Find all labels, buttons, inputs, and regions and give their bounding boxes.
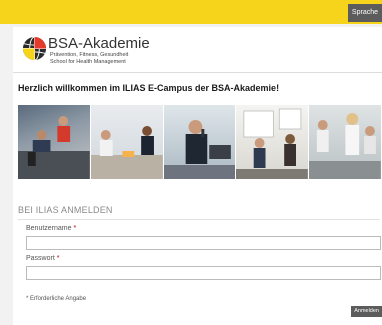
page-title: Herzlich willkommen im ILIAS E-Campus de… (18, 83, 280, 93)
password-label: Passwort * (26, 255, 60, 262)
login-section-title: BEI ILIAS ANMELDEN (18, 205, 113, 215)
training-photo (18, 105, 90, 179)
password-input[interactable] (26, 266, 381, 280)
fitness-photo (309, 105, 381, 179)
required-marker: * (73, 225, 77, 232)
meeting-photo (90, 105, 163, 179)
login-button[interactable]: Anmelden (351, 306, 382, 317)
header-divider (13, 72, 382, 73)
bsa-logo[interactable]: BSA-Akademie Prävention, Fitness, Gesund… (22, 33, 162, 71)
globe-icon (22, 36, 47, 61)
main-card: BSA-Akademie Prävention, Fitness, Gesund… (13, 27, 382, 325)
required-marker: * (56, 255, 60, 262)
logo-name: BSA-Akademie (48, 35, 150, 52)
required-note: * Erforderliche Angabe (26, 296, 87, 302)
top-bar: Sprache (0, 0, 382, 24)
logo-subtagline: School for Health Management (50, 59, 126, 65)
username-input[interactable] (26, 236, 381, 250)
presentation-photo (236, 105, 309, 179)
username-label: Benutzername * (26, 225, 77, 232)
photo-banner (18, 105, 382, 179)
section-divider (18, 219, 380, 220)
call-center-photo (163, 105, 236, 179)
logo-tagline: Prävention, Fitness, Gesundheit (50, 52, 129, 58)
language-button[interactable]: Sprache (347, 4, 382, 22)
